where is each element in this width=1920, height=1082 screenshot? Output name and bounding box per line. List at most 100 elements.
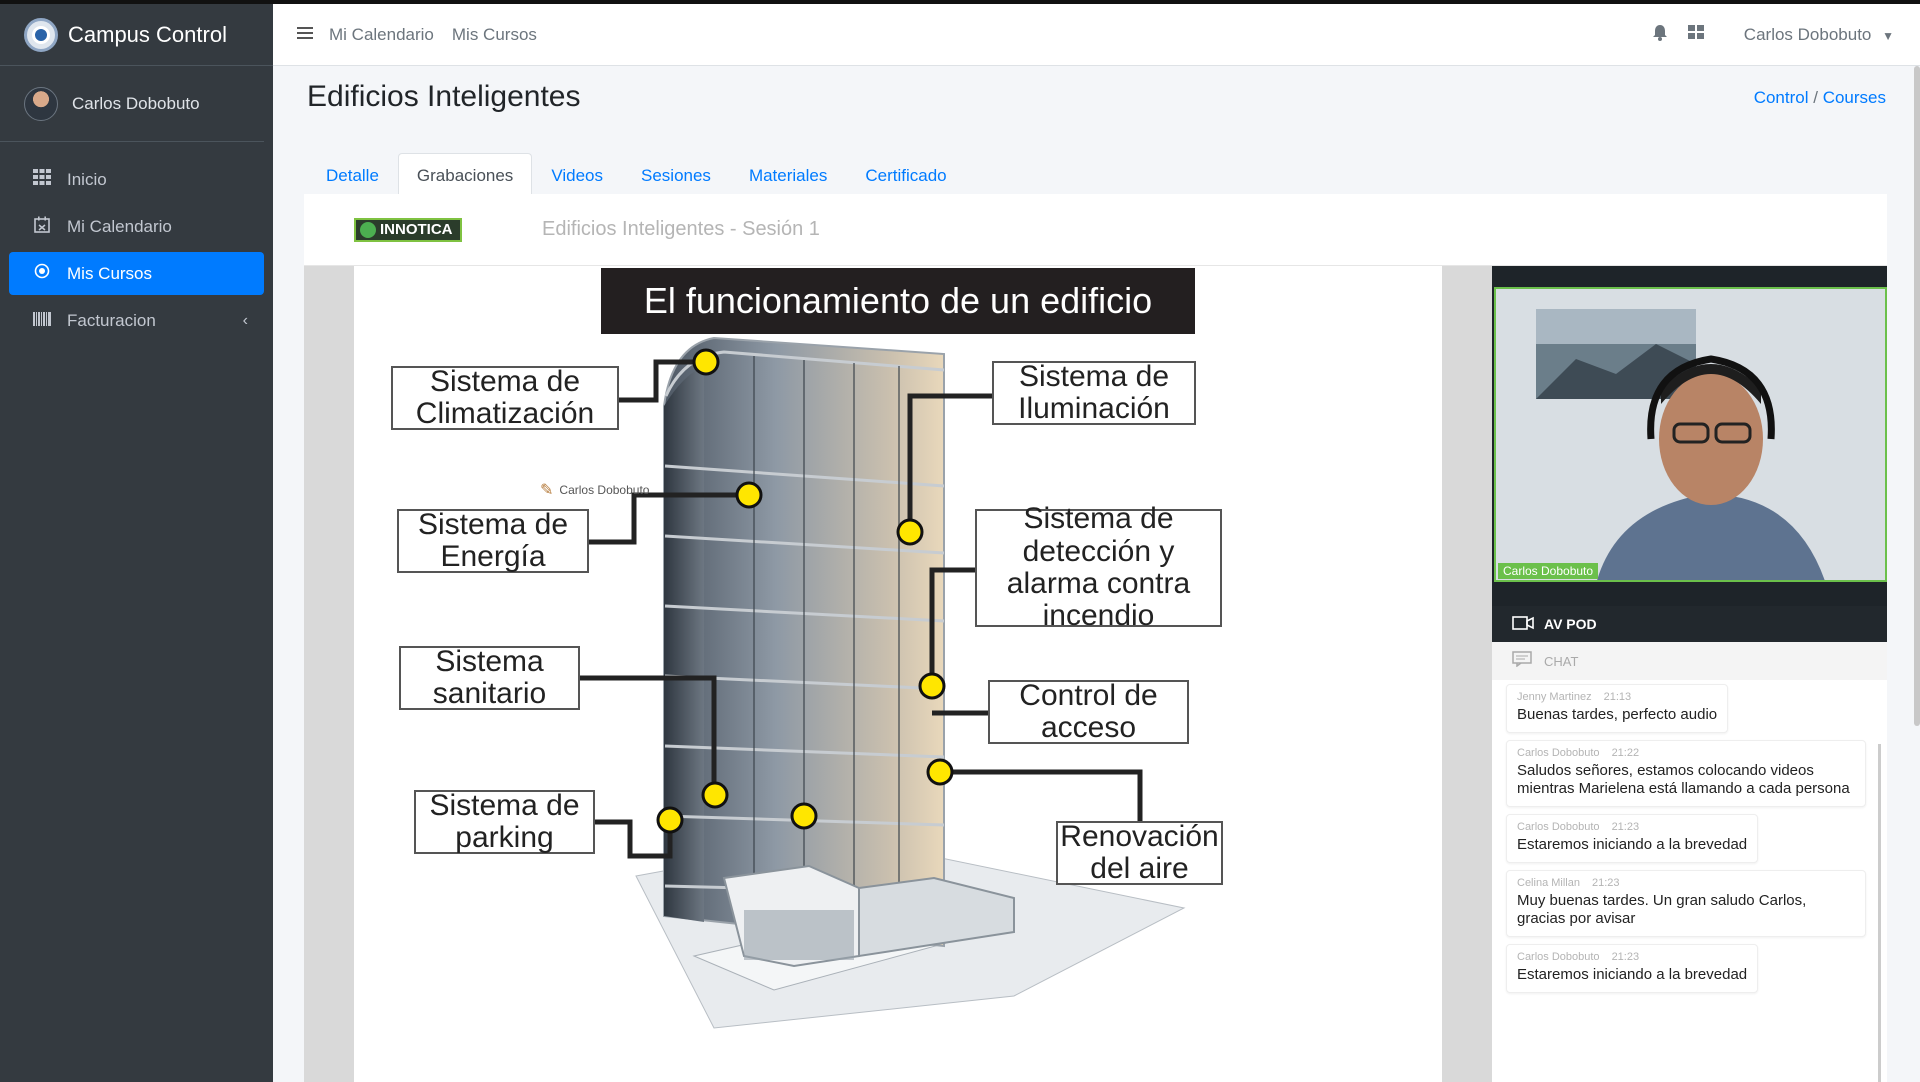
brand-label: INNOTICA <box>380 221 453 238</box>
tab-grabaciones[interactable]: Grabaciones <box>397 153 533 195</box>
chat-author: Carlos Dobobuto <box>1517 951 1600 963</box>
video-pod[interactable]: Carlos Dobobuto AV POD <box>1492 266 1887 642</box>
chat-meta: Jenny Martinez 21:13 <box>1517 691 1717 703</box>
sidebar: Campus Control Carlos Dobobuto Inicio Mi… <box>0 4 273 1082</box>
chat-meta: Carlos Dobobuto 21:22 <box>1517 747 1855 759</box>
pencil-icon: ✎ <box>540 482 554 499</box>
chat-list: Jenny Martinez 21:13 Buenas tardes, perfe… <box>1506 684 1866 1000</box>
chat-author: Carlos Dobobuto <box>1517 747 1600 759</box>
recording-player[interactable]: INNOTICA Edificios Inteligentes - Sesión… <box>304 194 1887 1082</box>
sidebar-item-label: Facturacion <box>67 310 156 330</box>
video-name-tag: Carlos Dobobuto <box>1498 563 1599 579</box>
chat-meta: Carlos Dobobuto 21:23 <box>1517 821 1747 833</box>
chat-bubble: Carlos Dobobuto 21:22 Saludos señores, es… <box>1506 740 1866 807</box>
chat-icon <box>1512 651 1532 671</box>
barcode-icon <box>31 311 53 331</box>
player-header: INNOTICA Edificios Inteligentes - Sesión… <box>304 194 1887 266</box>
chat-time: 21:23 <box>1591 877 1620 889</box>
tab-materiales[interactable]: Materiales <box>730 153 846 195</box>
avatar <box>24 86 58 121</box>
tab-certificado[interactable]: Certificado <box>846 153 965 195</box>
annotation-author: Carlos Dobobuto <box>559 483 650 497</box>
chat-bubble: Celina Millan 21:23 Muy buenas tardes. Un… <box>1506 870 1866 937</box>
tab-videos[interactable]: Videos <box>532 153 622 195</box>
chat-author: Carlos Dobobuto <box>1517 821 1600 833</box>
navbar-right: Carlos Dobobuto ▼ <box>1632 24 1894 46</box>
label-sanitario: Sistema sanitario <box>399 645 580 710</box>
label-parking: Sistema de parking <box>414 789 595 854</box>
chat-text: Buenas tardes, perfecto audio <box>1517 706 1718 723</box>
breadcrumb-courses[interactable]: Courses <box>1823 88 1886 107</box>
chat-text: Estaremos iniciando a la brevedad <box>1517 966 1748 983</box>
av-pod-bar: AV POD <box>1492 606 1887 642</box>
sidebar-nav: Inicio Mi Calendario Mis Cursos Facturac… <box>0 158 273 342</box>
breadcrumb: Control / Courses <box>1754 88 1886 108</box>
navbar-link-cursos[interactable]: Mis Cursos <box>452 25 537 45</box>
camera-icon <box>1512 614 1534 635</box>
calendar-icon <box>31 216 53 238</box>
brand[interactable]: Campus Control <box>0 4 273 66</box>
tab-detalle[interactable]: Detalle <box>307 153 398 195</box>
navbar-link-calendario[interactable]: Mi Calendario <box>329 25 434 45</box>
sidebar-item-label: Mis Cursos <box>67 263 153 283</box>
chat-bubble: Carlos Dobobuto 21:23 Estaremos iniciando… <box>1506 944 1759 993</box>
caret-down-icon: ▼ <box>1882 28 1894 43</box>
chat-bubble: Jenny Martinez 21:13 Buenas tardes, perfe… <box>1506 684 1729 733</box>
chat-bubble: Carlos Dobobuto 21:23 Estaremos iniciando… <box>1506 814 1759 863</box>
sidebar-item-facturacion[interactable]: Facturacion ‹ <box>9 299 264 342</box>
chat-meta: Carlos Dobobuto 21:23 <box>1517 951 1747 963</box>
user-menu-name: Carlos Dobobuto <box>1743 24 1872 44</box>
user-name: Carlos Dobobuto <box>72 93 200 113</box>
chat-message: Jenny Martinez 21:13 Buenas tardes, perfe… <box>1506 684 1866 740</box>
label-iluminacion: Sistema de Iluminación <box>992 360 1196 425</box>
innotica-logo: INNOTICA <box>354 217 462 242</box>
sidebar-item-mis-cursos[interactable]: Mis Cursos <box>9 252 264 295</box>
chat-time: 21:23 <box>1611 951 1640 963</box>
chat-time: 21:23 <box>1611 821 1640 833</box>
menu-toggle-icon[interactable] <box>297 23 313 46</box>
chat-message: Carlos Dobobuto 21:23 Estaremos iniciando… <box>1506 814 1866 870</box>
label-renovacion: Renovación del aire <box>1056 820 1223 885</box>
chat-scrollbar[interactable] <box>1878 744 1881 1082</box>
chat-text: Saludos señores, estamos colocando video… <box>1517 762 1850 797</box>
bell-icon[interactable] <box>1652 24 1668 46</box>
webcam-feed: Carlos Dobobuto <box>1494 287 1887 582</box>
chevron-left-icon: ‹ <box>242 311 248 329</box>
slide-stage: El funcionamiento de un edificio Sistema… <box>304 266 1492 1082</box>
chat-label: CHAT <box>1544 653 1579 669</box>
sidebar-item-mi-calendario[interactable]: Mi Calendario <box>9 205 264 248</box>
chat-author: Jenny Martinez <box>1517 691 1592 703</box>
chat-message: Celina Millan 21:23 Muy buenas tardes. Un… <box>1506 870 1866 944</box>
apps-grid-icon[interactable] <box>1687 24 1704 45</box>
chat-header: CHAT <box>1492 642 1887 680</box>
brand-title: Campus Control <box>68 21 227 47</box>
chat-time: 21:13 <box>1603 691 1632 703</box>
breadcrumb-separator: / <box>1813 88 1823 107</box>
presentation-slide: El funcionamiento de un edificio Sistema… <box>354 266 1442 1082</box>
user-menu[interactable]: Carlos Dobobuto ▼ <box>1724 25 1894 45</box>
sidebar-item-inicio[interactable]: Inicio <box>9 158 264 201</box>
chat-text: Muy buenas tardes. Un gran saludo Carlos… <box>1517 892 1807 927</box>
page-scrollbar[interactable] <box>1914 66 1920 726</box>
chat-author: Celina Millan <box>1517 877 1580 889</box>
label-energia: Sistema de Energía <box>397 508 589 573</box>
av-pod-label: AV POD <box>1544 616 1597 632</box>
top-navbar: Mi Calendario Mis Cursos Carlos Dobobuto… <box>273 4 1920 66</box>
slide-annotation: ✎ Carlos Dobobuto <box>540 480 649 500</box>
side-panel: Carlos Dobobuto AV POD CHAT Jenny Martin… <box>1492 266 1887 1082</box>
chat-message: Carlos Dobobuto 21:23 Estaremos iniciando… <box>1506 944 1866 1000</box>
page-title: Edificios Inteligentes <box>307 80 581 113</box>
course-tabs: Detalle Grabaciones Videos Sesiones Mate… <box>307 153 966 195</box>
top-edge <box>0 0 1920 4</box>
webcam-image <box>1496 289 1885 580</box>
tab-sesiones[interactable]: Sesiones <box>622 153 730 195</box>
brand-logo-icon <box>24 17 58 52</box>
user-panel[interactable]: Carlos Dobobuto <box>0 66 264 142</box>
chat-message: Carlos Dobobuto 21:22 Saludos señores, es… <box>1506 740 1866 814</box>
chat-text: Estaremos iniciando a la brevedad <box>1517 836 1748 853</box>
sidebar-item-label: Inicio <box>67 169 107 189</box>
label-deteccion: Sistema de detección y alarma contra inc… <box>975 503 1222 632</box>
chat-time: 21:22 <box>1611 747 1640 759</box>
chat-meta: Celina Millan 21:23 <box>1517 877 1855 889</box>
breadcrumb-control[interactable]: Control <box>1754 88 1809 107</box>
